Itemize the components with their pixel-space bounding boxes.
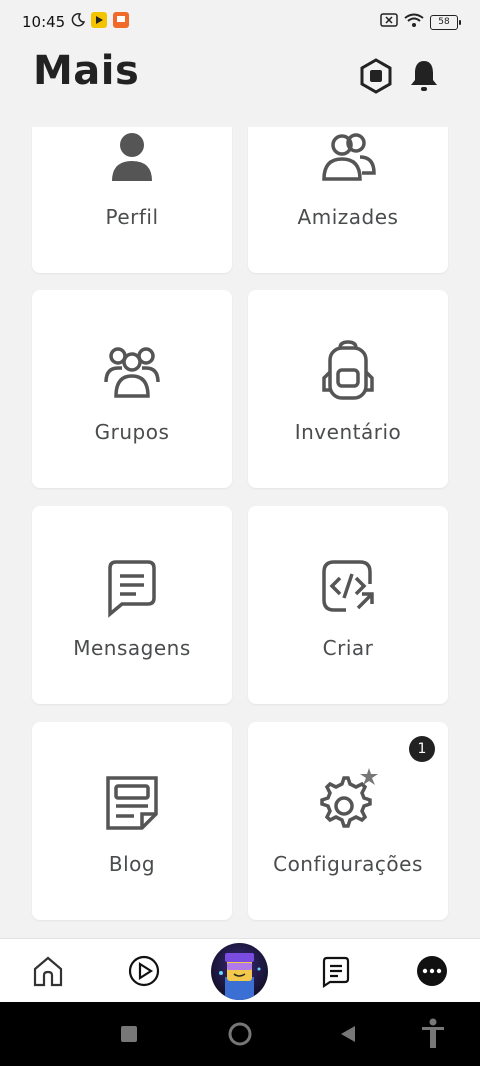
- gear-icon: [316, 768, 380, 834]
- messages-icon: [100, 554, 164, 618]
- tile-profile[interactable]: Perfil: [32, 127, 232, 273]
- friends-icon: [316, 127, 380, 187]
- youtube-app-icon: [91, 12, 108, 32]
- tile-label: Criar: [322, 636, 374, 660]
- tile-friends[interactable]: Amizades: [248, 127, 448, 273]
- back-button[interactable]: [339, 1024, 357, 1048]
- chat-icon[interactable]: [318, 953, 354, 989]
- avatar[interactable]: [211, 943, 268, 1000]
- moon-icon: [71, 13, 86, 31]
- status-right: 58: [380, 13, 461, 31]
- tile-label: Blog: [108, 852, 156, 876]
- recents-button[interactable]: [121, 1026, 137, 1046]
- person-icon: [100, 127, 164, 187]
- tile-label: Perfil: [105, 205, 159, 229]
- accessibility-icon[interactable]: [420, 1018, 446, 1054]
- more-icon[interactable]: [414, 953, 450, 989]
- page-title: Mais: [33, 48, 140, 94]
- battery-indicator: 58: [430, 14, 461, 30]
- tile-label: Configurações: [273, 852, 423, 876]
- groups-icon: [100, 338, 164, 402]
- create-code-icon: [316, 554, 380, 618]
- notification-badge: 1: [409, 736, 435, 762]
- status-left: 10:45: [22, 12, 130, 32]
- tile-label: Grupos: [94, 420, 170, 444]
- system-nav-bar: [0, 1002, 480, 1066]
- tile-messages[interactable]: Mensagens: [32, 506, 232, 704]
- status-time: 10:45: [22, 13, 66, 31]
- sim-off-icon: [380, 13, 398, 31]
- home-icon[interactable]: [30, 953, 66, 989]
- backpack-icon: [316, 338, 380, 402]
- tile-settings[interactable]: Configurações 1: [248, 722, 448, 920]
- home-button[interactable]: [228, 1022, 252, 1050]
- tile-label: Inventário: [294, 420, 402, 444]
- play-icon[interactable]: [126, 953, 162, 989]
- tile-groups[interactable]: Grupos: [32, 290, 232, 488]
- bottom-nav: [0, 938, 480, 1003]
- screen-record-icon: [113, 12, 130, 32]
- tile-blog[interactable]: Blog: [32, 722, 232, 920]
- header: Mais: [0, 48, 480, 104]
- bell-icon[interactable]: [408, 58, 440, 98]
- tile-create[interactable]: Criar: [248, 506, 448, 704]
- tile-label: Amizades: [297, 205, 399, 229]
- blog-icon: [100, 770, 164, 834]
- status-bar: 10:45 58: [0, 0, 480, 44]
- tile-inventory[interactable]: Inventário: [248, 290, 448, 488]
- robux-icon[interactable]: [358, 58, 394, 98]
- tile-label: Mensagens: [73, 636, 191, 660]
- more-menu-grid: Perfil Amizades Grupos Inventário Mensag…: [0, 127, 480, 938]
- wifi-icon: [404, 13, 424, 31]
